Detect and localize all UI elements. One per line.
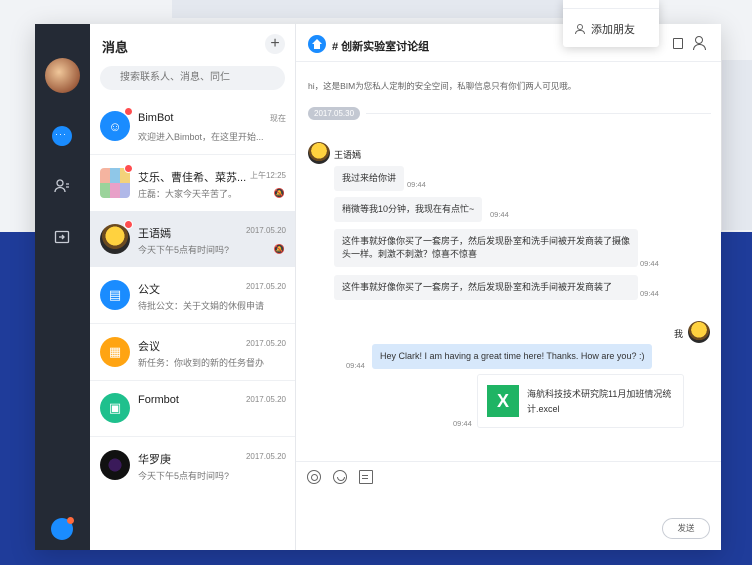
- message-bubble: 稍微等我10分钟，我现在有点忙~: [334, 197, 483, 222]
- conversation-time: 现在: [270, 114, 286, 123]
- add-button[interactable]: +: [265, 34, 285, 54]
- add-friend-icon: [575, 24, 585, 34]
- my-message-bubble: Hey Clark! I am having a great time here…: [372, 344, 653, 369]
- mute-bell-icon: 🔕: [273, 244, 285, 254]
- conversation-name: BimBot: [138, 112, 174, 124]
- emoji-icon[interactable]: [333, 470, 347, 484]
- conversation-preview: 今天下午5点有时间吗?: [138, 471, 230, 481]
- meeting-icon: ▦: [100, 337, 130, 367]
- conversation-item-meeting[interactable]: ▦ 会议 2017.05.20 新任务：你收到的新的任务督办: [90, 324, 295, 380]
- unread-dot: [124, 107, 133, 116]
- conversation-item-group[interactable]: 艾乐、曹佳希、菜苏... 上午12:25 庄磊：大家今天辛苦了。 🔕: [90, 155, 295, 211]
- conversation-name: 公文: [138, 284, 160, 296]
- conversation-item-bimbot[interactable]: ☺ BimBot 现在 欢迎进入Bimbot，在这里开始...: [90, 98, 295, 154]
- conversation-time: 2017.05.20: [245, 339, 286, 348]
- conversation-name: 华罗庚: [138, 454, 171, 466]
- divider: [563, 8, 659, 9]
- home-icon[interactable]: [308, 35, 326, 53]
- message-time: 09:44: [640, 259, 659, 268]
- conversation-item-wangyuyan[interactable]: 王语嫣 2017.05.20 今天下午5点有时间吗? 🔕: [90, 211, 295, 267]
- unread-dot: [124, 164, 133, 173]
- conversation-time: 2017.05.20: [245, 282, 286, 291]
- search-input[interactable]: [100, 66, 285, 90]
- add-friend-menu-item[interactable]: 添加朋友: [591, 21, 635, 37]
- conversation-item-document[interactable]: ▤ 公文 2017.05.20 待批公文：关于文娟的休假申请: [90, 267, 295, 323]
- chat-title: # 创新实验室讨论组: [332, 41, 430, 53]
- chat-nav-icon[interactable]: [52, 124, 72, 146]
- conversation-preview: 今天下午5点有时间吗?: [138, 245, 230, 255]
- conversation-preview: 新任务：你收到的新的任务督办: [138, 358, 265, 368]
- robot-icon: ▣: [100, 393, 130, 423]
- message-bubble: 我过来给你讲: [334, 166, 405, 191]
- my-chat-avatar[interactable]: [688, 321, 710, 343]
- document-icon[interactable]: [673, 38, 683, 49]
- conversation-item-formbot[interactable]: ▣ Formbot 2017.05.20: [90, 380, 295, 436]
- list-title: 消息: [102, 40, 129, 55]
- conversation-time: 2017.05.20: [245, 226, 286, 235]
- conversation-name: Formbot: [138, 394, 179, 406]
- conversation-preview: 庄磊：大家今天辛苦了。: [138, 189, 238, 199]
- background-ghost-panel: [722, 60, 752, 230]
- message-time: 09:44: [453, 419, 472, 428]
- message-time: 09:44: [346, 361, 365, 370]
- privacy-notice: hi，这是BIM为您私人定制的安全空间，私聊信息只有你们两人可见哦。: [308, 81, 577, 91]
- me-label: 我: [674, 329, 684, 339]
- nav-rail: [35, 24, 90, 550]
- list-header: 消息 +: [90, 24, 295, 62]
- members-icon[interactable]: [693, 36, 709, 50]
- user-settings-icon[interactable]: [51, 517, 74, 540]
- add-menu-popup: 添加朋友: [563, 0, 659, 47]
- mention-icon[interactable]: [307, 470, 321, 484]
- message-time: 09:44: [407, 180, 426, 189]
- sender-avatar[interactable]: [308, 142, 330, 164]
- chat-panel: # 创新实验室讨论组 hi，这是BIM为您私人定制的安全空间，私聊信息只有你们两…: [296, 24, 721, 550]
- unread-dot: [124, 220, 133, 229]
- conversation-name: 会议: [138, 341, 160, 353]
- conversation-preview: 待批公文：关于文娟的休假申请: [138, 301, 265, 311]
- conversation-name: 艾乐、曹佳希、菜苏...: [138, 172, 247, 184]
- contact-avatar: [100, 450, 130, 480]
- files-nav-icon[interactable]: [52, 227, 72, 247]
- conversation-time: 2017.05.20: [245, 452, 286, 461]
- message-bubble: 这件事就好像你买了一套房子，然后发现卧室和洗手间被开发商装了: [334, 275, 638, 300]
- composer-divider: [296, 461, 721, 462]
- send-button[interactable]: 发送: [662, 518, 710, 539]
- message-time: 09:44: [640, 289, 659, 298]
- conversation-time: 2017.05.20: [245, 395, 286, 404]
- my-avatar[interactable]: [45, 58, 80, 93]
- message-time: 09:44: [490, 210, 509, 219]
- sender-name: 王语嫣: [334, 150, 362, 160]
- divider: [366, 113, 711, 114]
- app-window: 消息 + ☺ BimBot 现在 欢迎进入Bimbot，在这里开始... 艾乐、…: [35, 24, 721, 550]
- conversation-list-panel: 消息 + ☺ BimBot 现在 欢迎进入Bimbot，在这里开始... 艾乐、…: [90, 24, 296, 550]
- contacts-nav-icon[interactable]: [52, 176, 72, 196]
- conversation-preview: 欢迎进入Bimbot，在这里开始...: [138, 132, 264, 142]
- message-bubble: 这件事就好像你买了一套房子，然后发现卧室和洗手间被开发商装了摄像头一样。刺激不刺…: [334, 229, 638, 267]
- date-divider: 2017.05.30: [308, 107, 361, 120]
- attach-file-icon[interactable]: [359, 470, 373, 484]
- file-name: 海航科技技术研究院11月加班情况统计.excel: [527, 389, 672, 414]
- background-ghost-panel: [172, 0, 572, 18]
- mute-bell-icon: 🔕: [273, 188, 285, 198]
- conversation-time: 上午12:25: [249, 171, 286, 180]
- conversation-item-hualuogeng[interactable]: 华罗庚 2017.05.20 今天下午5点有时间吗?: [90, 437, 295, 493]
- file-attachment[interactable]: X 海航科技技术研究院11月加班情况统计.excel: [477, 374, 684, 428]
- conversation-name: 王语嫣: [138, 228, 171, 240]
- document-icon: ▤: [100, 280, 130, 310]
- excel-file-icon: X: [487, 385, 519, 417]
